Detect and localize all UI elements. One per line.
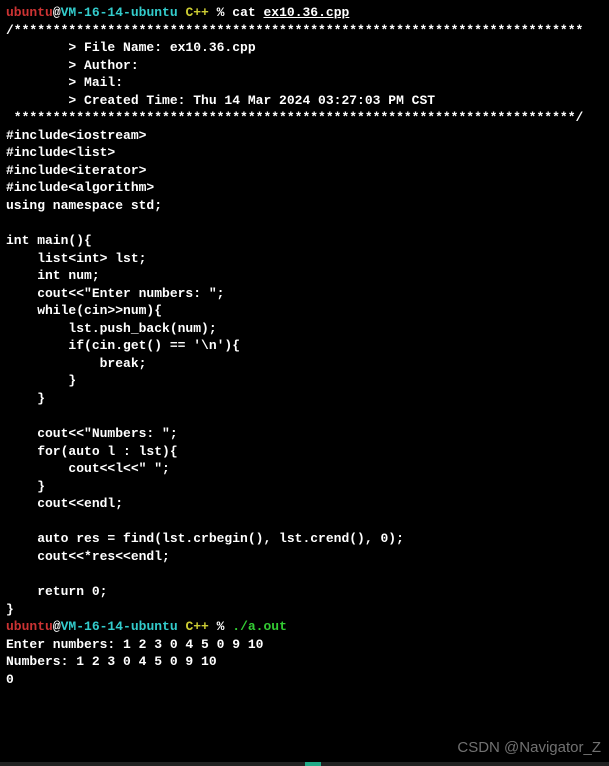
prompt-line-2[interactable]: ubuntu@VM-16-14-ubuntu C++ % ./a.out: [6, 618, 603, 636]
src-blank-4: [6, 513, 603, 531]
src-border-bottom: ****************************************…: [6, 109, 603, 127]
src-line: cout<<"Numbers: ";: [6, 425, 603, 443]
src-line: for(auto l : lst){: [6, 443, 603, 461]
prompt-host: VM-16-14-ubuntu: [61, 619, 178, 634]
cursor-indicator: [305, 762, 321, 766]
watermark: CSDN @Navigator_Z: [457, 738, 601, 758]
src-line: if(cin.get() == '\n'){: [6, 337, 603, 355]
src-line: cout<<*res<<endl;: [6, 548, 603, 566]
cmd-arg-filename: ex10.36.cpp: [264, 5, 350, 20]
src-line: lst.push_back(num);: [6, 320, 603, 338]
src-line: }: [6, 390, 603, 408]
prompt-user: ubuntu: [6, 619, 53, 634]
src-include-iterator: #include<iterator>: [6, 162, 603, 180]
src-meta-filename: > File Name: ex10.36.cpp: [6, 39, 603, 57]
src-meta-mail: > Mail:: [6, 74, 603, 92]
prompt-line-1[interactable]: ubuntu@VM-16-14-ubuntu C++ % cat ex10.36…: [6, 4, 603, 22]
output-enter-numbers: Enter numbers: 1 2 3 0 4 5 0 9 10: [6, 636, 603, 654]
src-include-algorithm: #include<algorithm>: [6, 179, 603, 197]
prompt-at: @: [53, 619, 61, 634]
prompt-at: @: [53, 5, 61, 20]
src-line: return 0;: [6, 583, 603, 601]
src-line: list<int> lst;: [6, 250, 603, 268]
src-line: break;: [6, 355, 603, 373]
src-line: cout<<l<<" ";: [6, 460, 603, 478]
output-result: 0: [6, 671, 603, 689]
src-line: cout<<endl;: [6, 495, 603, 513]
src-border-top: /***************************************…: [6, 22, 603, 40]
src-line: auto res = find(lst.crbegin(), lst.crend…: [6, 530, 603, 548]
src-include-list: #include<list>: [6, 144, 603, 162]
prompt-pct: %: [209, 619, 232, 634]
src-line: }: [6, 372, 603, 390]
src-line: }: [6, 601, 603, 619]
src-meta-created: > Created Time: Thu 14 Mar 2024 03:27:03…: [6, 92, 603, 110]
src-line: int num;: [6, 267, 603, 285]
cmd-run: ./a.out: [232, 619, 287, 634]
prompt-user: ubuntu: [6, 5, 53, 20]
terminal-output: ubuntu@VM-16-14-ubuntu C++ % cat ex10.36…: [6, 4, 603, 688]
src-main-decl: int main(){: [6, 232, 603, 250]
prompt-dir: C++: [178, 619, 209, 634]
src-using: using namespace std;: [6, 197, 603, 215]
prompt-dir: C++: [178, 5, 209, 20]
src-blank-5: [6, 566, 603, 584]
src-blank-2: [6, 215, 603, 233]
src-line: while(cin>>num){: [6, 302, 603, 320]
src-blank-3: [6, 408, 603, 426]
src-line: }: [6, 478, 603, 496]
prompt-host: VM-16-14-ubuntu: [61, 5, 178, 20]
src-line: cout<<"Enter numbers: ";: [6, 285, 603, 303]
src-include-iostream: #include<iostream>: [6, 127, 603, 145]
src-meta-author: > Author:: [6, 57, 603, 75]
prompt-pct: %: [209, 5, 232, 20]
output-numbers: Numbers: 1 2 3 0 4 5 0 9 10: [6, 653, 603, 671]
cmd-cat: cat: [232, 5, 263, 20]
